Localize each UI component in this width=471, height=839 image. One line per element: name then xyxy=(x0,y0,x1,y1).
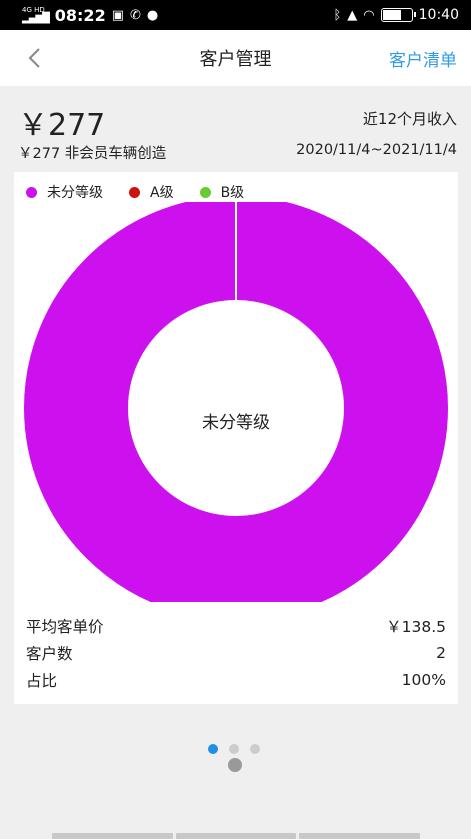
legend-label: 未分等级 xyxy=(47,185,103,201)
legend-item-grade-b[interactable]: B级 xyxy=(199,182,245,202)
legend-label: A级 xyxy=(150,185,174,201)
legend-item-ungraded[interactable]: 未分等级 xyxy=(26,182,103,202)
signal-icon: ▂▄▆█ xyxy=(22,12,50,24)
stat-value: ￥138.5 xyxy=(386,617,446,636)
page-scroll-indicator xyxy=(228,758,242,772)
stat-row-share: 占比 100% xyxy=(26,666,446,693)
chart-card: 未分等级 A级 B级 未分等级 平均客单价 ￥138.5 客户数 2 占比 10… xyxy=(14,172,458,704)
period-label: 近12个月收入 xyxy=(362,110,457,128)
bottom-tab[interactable] xyxy=(52,833,173,839)
battery-icon xyxy=(380,8,416,22)
pager-dot[interactable] xyxy=(229,744,239,754)
status-clock-right: 10:40 xyxy=(418,7,459,23)
stat-label: 客户数 xyxy=(26,644,73,663)
chat-bubble-icon: ● xyxy=(146,7,159,23)
stat-row-customer-count: 客户数 2 xyxy=(26,639,446,666)
customer-list-link[interactable]: 客户清单 xyxy=(389,46,457,71)
screenshot-icon: ▣ xyxy=(111,7,124,23)
pager-dots xyxy=(208,744,260,754)
pager-dot[interactable] xyxy=(208,744,218,754)
non-member-income: ￥277 非会员车辆创造 xyxy=(18,146,167,162)
donut-center-label: 未分等级 xyxy=(202,413,270,433)
nav-bar: 客户管理 客户清单 xyxy=(0,30,471,86)
alert-icon: ▲ xyxy=(347,7,358,23)
status-bar: 4G HD ▂▄▆█ 08:22 ▣ ✆ ● ᛒ ▲ ◠ 10:40 xyxy=(0,0,471,30)
chart-legend: 未分等级 A级 B级 xyxy=(26,182,244,202)
income-amount: ￥277 xyxy=(18,108,106,143)
donut-chart[interactable]: 未分等级 xyxy=(14,202,458,602)
wifi-icon: ◠ xyxy=(363,7,375,23)
stat-value: 100% xyxy=(401,670,446,689)
bluetooth-icon: ᛒ xyxy=(333,7,342,23)
bottom-tab[interactable] xyxy=(175,833,297,839)
legend-dot xyxy=(199,186,211,198)
phone-icon: ✆ xyxy=(130,7,141,23)
date-range: 2020/11/4~2021/11/4 xyxy=(296,142,457,158)
chevron-left-icon xyxy=(28,48,40,68)
stat-label: 平均客单价 xyxy=(26,617,104,636)
page-title: 客户管理 xyxy=(199,49,272,70)
stat-value: 2 xyxy=(436,643,446,662)
stat-label: 占比 xyxy=(26,671,58,690)
legend-dot xyxy=(26,186,37,198)
bottom-tab[interactable] xyxy=(299,833,421,839)
legend-item-grade-a[interactable]: A级 xyxy=(129,182,174,202)
status-right: ᛒ ▲ ◠ 10:40 xyxy=(333,7,459,23)
status-left: 4G HD ▂▄▆█ 08:22 ▣ ✆ ● xyxy=(22,6,158,25)
back-button[interactable] xyxy=(20,44,48,72)
pager-dot[interactable] xyxy=(250,744,260,754)
bottom-tab-strip xyxy=(52,833,421,839)
legend-label: B级 xyxy=(220,185,245,201)
status-time: 08:22 xyxy=(54,5,106,25)
stats-list: 平均客单价 ￥138.5 客户数 2 占比 100% xyxy=(26,612,446,693)
stat-row-avg-price: 平均客单价 ￥138.5 xyxy=(26,612,446,639)
legend-dot xyxy=(129,186,140,198)
network-indicator: 4G HD ▂▄▆█ xyxy=(22,6,50,24)
income-summary: ￥277 近12个月收入 ￥277 非会员车辆创造 2020/11/4~2021… xyxy=(0,86,471,172)
page-indicator xyxy=(0,740,471,780)
